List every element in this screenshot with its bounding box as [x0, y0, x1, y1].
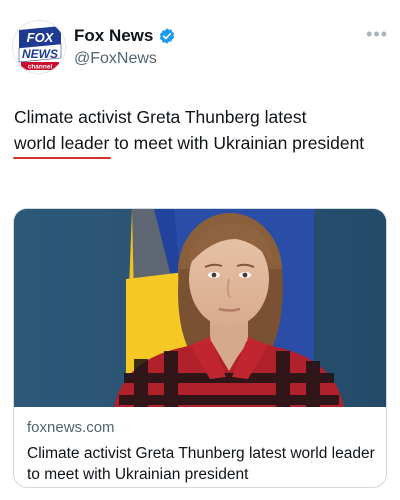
- link-preview-card[interactable]: foxnews.com Climate activist Greta Thunb…: [13, 208, 387, 488]
- logo-line2: NEWS: [22, 47, 58, 61]
- card-title: Climate activist Greta Thunberg latest w…: [27, 445, 375, 483]
- card-meta[interactable]: foxnews.com Climate activist Greta Thunb…: [14, 407, 386, 487]
- more-dots-icon[interactable]: •••: [366, 24, 388, 45]
- fox-news-avatar[interactable]: FOX NEWS channel: [12, 20, 66, 74]
- account-handle[interactable]: @FoxNews: [74, 50, 157, 68]
- verified-badge-icon: [160, 28, 175, 44]
- card-domain: foxnews.com: [27, 419, 115, 436]
- logo-line1: FOX: [27, 30, 55, 45]
- card-image[interactable]: [14, 209, 386, 407]
- article-photo: [14, 209, 386, 407]
- fox-news-logo: FOX NEWS channel: [13, 21, 65, 73]
- tweet-text-part2: to meet with Ukrainian president: [109, 133, 365, 153]
- logo-line3: channel: [28, 64, 53, 71]
- name-row: Fox News: [74, 26, 176, 46]
- tweet-header: FOX NEWS channel Fox News @FoxNews •••: [12, 18, 388, 78]
- tweet-text: Climate activist Greta Thunberg latest w…: [12, 104, 386, 159]
- tweet-text-part1: Climate activist Greta Thunberg latest: [14, 107, 307, 127]
- tweet-text-underlined: world leader: [12, 130, 112, 159]
- display-name[interactable]: Fox News: [74, 26, 153, 46]
